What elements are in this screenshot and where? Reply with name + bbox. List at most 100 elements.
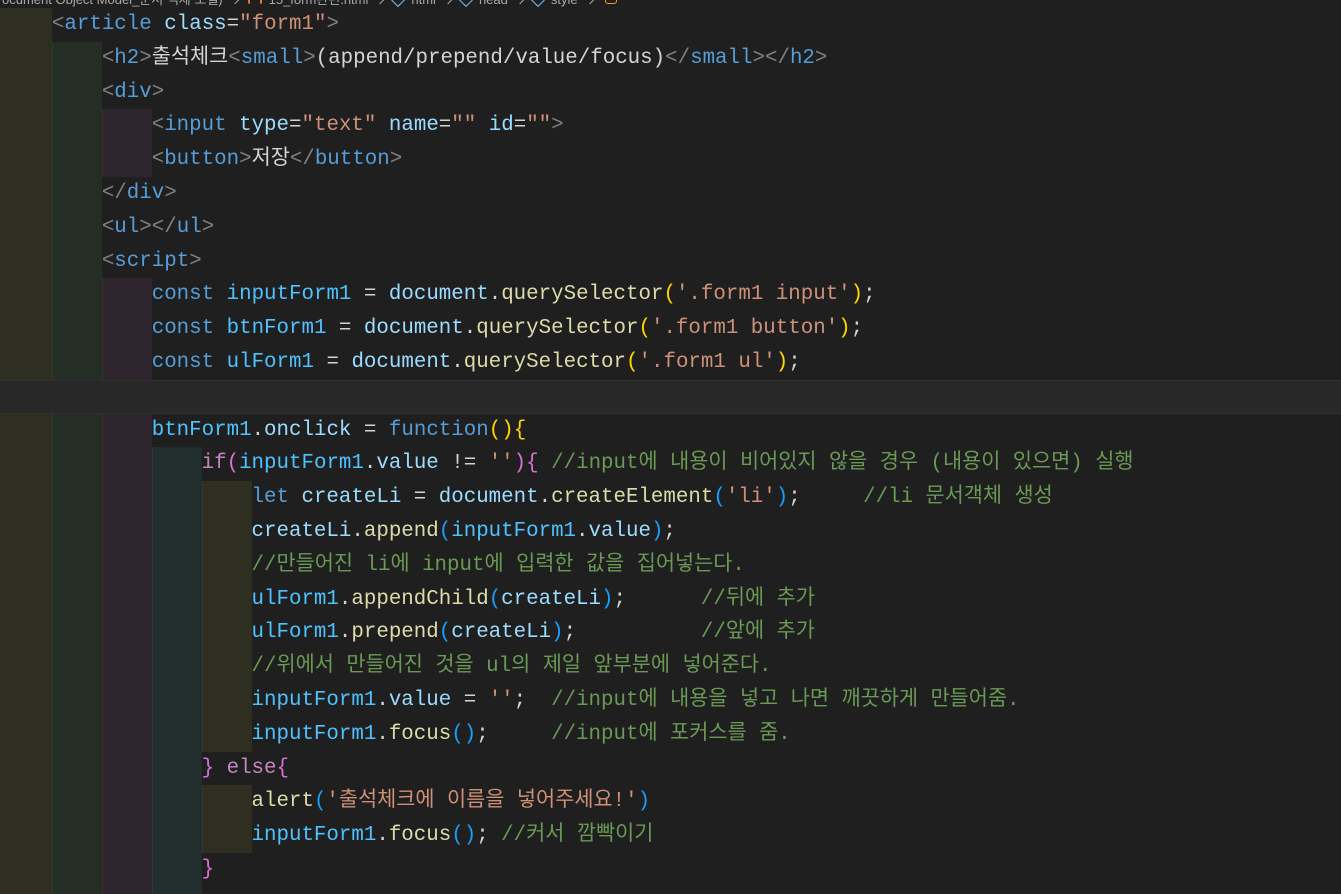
bracket: } [201,756,215,780]
code-editor[interactable]: <article class="form1"> <h2>출석체크<small>(a… [0,8,1341,894]
indent-guide [51,852,102,887]
indent-guide [101,683,152,718]
code-line[interactable]: inputForm1.focus(); //input에 포커스를 줌. [0,717,1341,752]
code-line[interactable]: inputForm1.value = ''; //input에 내용을 넣고 나… [0,683,1341,718]
indent-guide [101,886,152,894]
tag-bracket: > [551,114,564,138]
code-line[interactable]: const ulForm1 = document.querySelector('… [0,345,1341,380]
code-line[interactable]: createLi.append(inputForm1.value); [0,514,1341,549]
code-line[interactable]: ulForm1.prepend(createLi); //앞에 추가 [0,616,1341,651]
code-line-current[interactable] [0,379,1341,414]
code-line[interactable]: inputForm1.focus(); //커서 깜빡이기 [0,819,1341,853]
breadcrumb-item-html[interactable]: html [409,0,438,8]
variable-name: onclick [264,418,352,442]
indent-guide [101,413,152,448]
code-line[interactable]: <div> [0,75,1341,110]
operator: = [289,114,302,138]
indent-guide [51,41,102,76]
indent-guide [0,717,52,752]
code-line[interactable]: const btnForm1 = document.querySelector(… [0,312,1341,346]
indent-guide [0,143,52,177]
tag-bracket: > [189,249,202,273]
indent-guide [201,582,252,617]
function-name: append [363,519,439,543]
code-line[interactable]: //만들어진 li에 input에 입력한 값을 집어넣는다. [0,548,1341,583]
indent-guide [201,819,252,853]
tag-bracket: > [164,181,177,205]
bracket: ) [513,452,527,476]
string-literal: "text" [301,114,377,138]
code-line[interactable]: <ul></ul> [0,210,1341,245]
chevron-right-icon [515,0,525,5]
code-line[interactable]: <button>저장</button> [0,143,1341,177]
code-line[interactable] [0,886,1341,894]
breadcrumb-item-style[interactable]: style [549,0,580,8]
comment: //li 문서객체 생성 [863,486,1053,510]
indent-guide [51,616,102,651]
tag-name: button [314,148,390,172]
indent-guide [101,717,152,752]
variable-name: value [588,519,651,543]
code-line[interactable]: const inputForm1 = document.querySelecto… [0,278,1341,313]
breadcrumb-item-folder[interactable]: ocument Object Model_문서 객체 모델) [0,0,225,8]
string-literal: "" [451,114,477,138]
code-text: inputForm1.value = ''; //input에 내용을 넣고 나… [252,684,1020,718]
tag-bracket: </ [289,148,315,172]
tag-bracket: < [228,46,241,70]
code-line[interactable]: <h2>출석체크<small>(append/prepend/value/foc… [0,41,1341,76]
tag-name: small [240,46,304,70]
indent-guide [151,819,202,853]
symbol-element-icon [530,0,545,8]
operator: = [513,114,527,138]
constant-name: inputForm1 [251,722,377,746]
indent-guide [101,514,152,549]
operator: != [438,452,489,476]
operator [214,283,226,306]
tag-name: ul [114,215,140,239]
tag-bracket: </ [665,46,691,70]
indent-guide [51,312,102,346]
code-line[interactable]: } else{ [0,751,1341,786]
code-text: createLi.append(inputForm1.value); [252,515,676,549]
breadcrumb-item-file[interactable]: 15_form관련.html [267,0,371,8]
operator: = [401,486,439,510]
code-line[interactable]: } [0,852,1341,887]
indent-guide [101,143,152,177]
breadcrumb-item-head[interactable]: head [477,0,510,8]
chevron-right-icon [376,0,385,5]
code-line[interactable]: if(inputForm1.value != ''){ //input에 내용이… [0,447,1341,482]
indent-guide [0,683,52,718]
operator: . [338,621,352,645]
indent-guide [0,312,52,346]
code-line[interactable]: //위에서 만들어진 것을 ul의 제일 앞부분에 넣어준다. [0,650,1341,684]
indent-guide [51,819,102,853]
code-line[interactable]: <script> [0,244,1341,279]
code-line[interactable]: ulForm1.appendChild(createLi); //뒤에 추가 [0,582,1341,617]
code-line[interactable]: alert('출석체크에 이름을 넣어주세요!') [0,785,1341,820]
code-text: <div> [102,76,164,110]
code-line[interactable]: let createLi = document.createElement('l… [0,481,1341,515]
constant-name: btnForm1 [226,317,327,341]
indent-guide [51,109,102,144]
indent-guide [51,210,102,245]
indent-guide [101,481,152,515]
operator: ; [513,688,552,712]
comment: //input에 포커스를 줌. [551,722,791,746]
code-line[interactable]: </div> [0,176,1341,211]
indent-guide [201,717,252,752]
indent-guide [0,514,52,549]
code-line[interactable]: btnForm1.onclick = function(){ [0,413,1341,448]
symbol-property-icon[interactable] [604,0,617,4]
operator: = [438,114,452,138]
bracket: ( [626,350,639,374]
constant-name: inputForm1 [251,688,377,712]
indent-guide [0,8,52,42]
code-line[interactable]: <article class="form1"> [0,8,1341,42]
operator: . [363,452,377,476]
indent-guide [0,413,52,448]
string-literal: "" [526,114,552,138]
code-line[interactable]: <input type="text" name="" id=""> [0,109,1341,144]
indent-guide [101,582,152,617]
bracket: () [451,824,477,848]
code-text: const btnForm1 = document.querySelector(… [152,312,863,346]
